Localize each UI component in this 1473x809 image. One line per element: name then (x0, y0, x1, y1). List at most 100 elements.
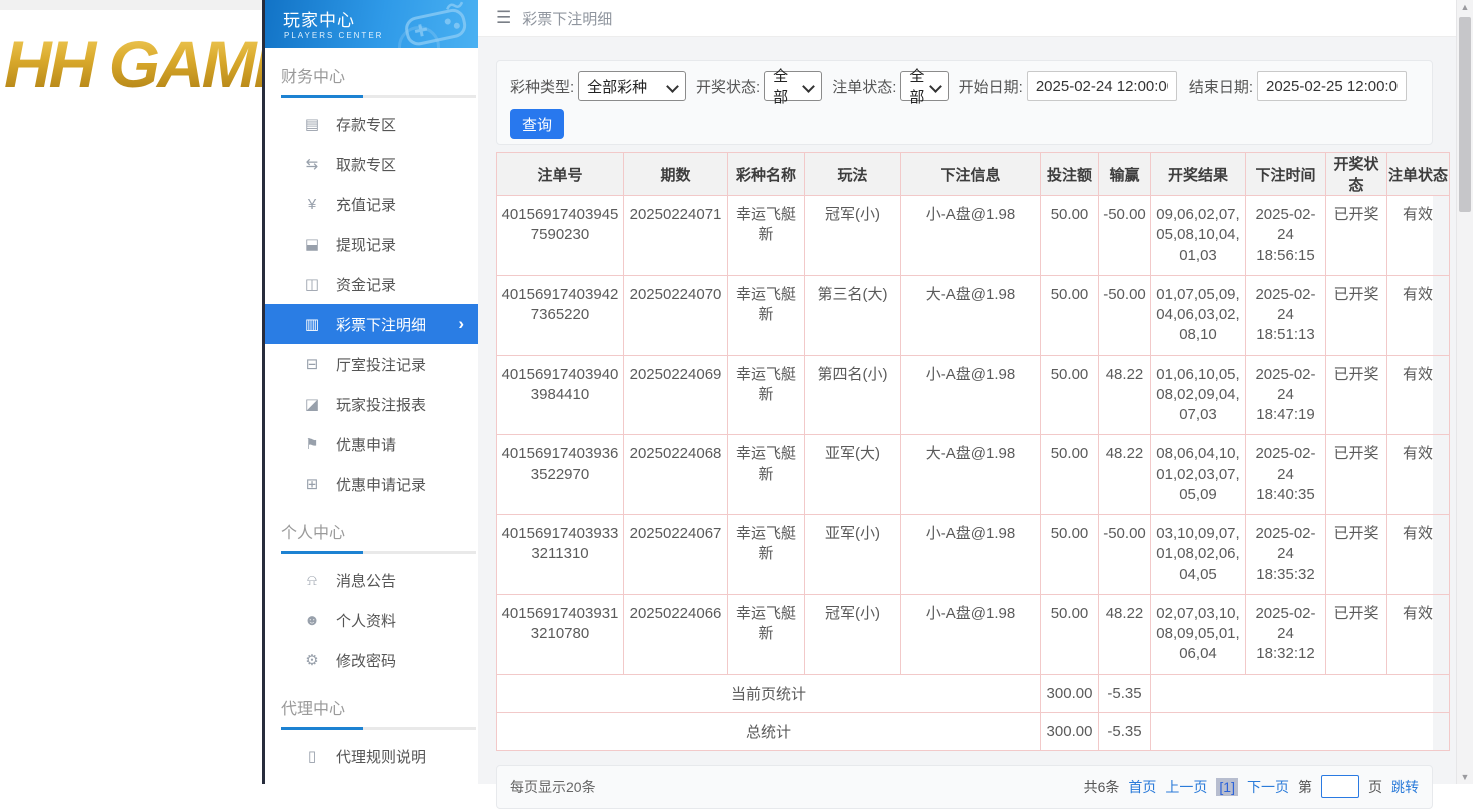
section-underline (281, 95, 476, 98)
document-icon: ▯ (301, 747, 323, 765)
sidebar-item-label: 存款专区 (336, 114, 396, 135)
draw-status-select[interactable]: 全部 (764, 71, 822, 101)
cell-draw_status: 已开奖 (1326, 515, 1387, 595)
cell-bet_time: 2025-02-24 18:40:35 (1246, 435, 1326, 515)
cell-result: 02,07,03,10,08,09,05,01,06,04 (1151, 594, 1246, 674)
sidebar-section: 财务中心▤存款专区⇆取款专区¥充值记录⬓提现记录◫资金记录▥彩票下注明细›⊟厅室… (265, 48, 478, 504)
page-number-input[interactable] (1321, 775, 1359, 798)
column-header: 开奖状态 (1326, 153, 1387, 196)
end-date-input[interactable] (1257, 71, 1407, 101)
hh-game-logo: HH GAME (4, 26, 262, 102)
column-header: 彩种名称 (728, 153, 805, 196)
cell-win_loss: -50.00 (1099, 275, 1151, 355)
sidebar-item-promo-apply[interactable]: ⚑优惠申请 (265, 424, 478, 464)
search-button[interactable]: 查询 (510, 109, 564, 139)
table-body: 40156917403945759023020250224071幸运飞艇新冠军(… (497, 196, 1450, 751)
per-page-label: 每页显示20条 (510, 777, 596, 797)
summary-amount: 300.00 (1041, 674, 1099, 712)
column-header: 下注信息 (901, 153, 1041, 196)
first-page-link[interactable]: 首页 (1128, 777, 1156, 797)
sidebar-item-funds-record[interactable]: ◫资金记录 (265, 264, 478, 304)
cell-order_status: 有效 (1387, 196, 1450, 276)
sidebar-item-label: 厅室投注记录 (336, 354, 426, 375)
prev-page-link[interactable]: 上一页 (1165, 777, 1207, 797)
sidebar-item-label: 修改密码 (336, 650, 396, 671)
menu-icon[interactable]: ☰ (496, 8, 511, 28)
cell-amount: 50.00 (1041, 196, 1099, 276)
summary-empty (1151, 712, 1450, 750)
sidebar-item-personal-profile[interactable]: ☻个人资料 (265, 600, 478, 640)
summary-row: 总统计300.00-5.35 (497, 712, 1450, 750)
sidebar-item-label: 资金记录 (336, 274, 396, 295)
table-row: 40156917403945759023020250224071幸运飞艇新冠军(… (497, 196, 1450, 276)
cell-bet_time: 2025-02-24 18:35:32 (1246, 515, 1326, 595)
column-header: 投注额 (1041, 153, 1099, 196)
cell-result: 08,06,04,10,01,02,03,07,05,09 (1151, 435, 1246, 515)
scrollbar-thumb[interactable] (1459, 17, 1471, 212)
sidebar: 玩家中心 PLAYERS CENTER 财务中心▤存款专区⇆取款专区¥充值记录⬓… (262, 0, 478, 784)
jump-button[interactable]: 跳转 (1391, 777, 1419, 797)
sidebar-item-change-password[interactable]: ⚙修改密码 (265, 640, 478, 680)
sidebar-item-agent-team-stats[interactable]: ▦代理团队统计 (265, 776, 478, 784)
summary-label: 总统计 (497, 712, 1041, 750)
cell-lottery: 幸运飞艇新 (728, 594, 805, 674)
summary-win-loss: -5.35 (1099, 674, 1151, 712)
cell-bet_info: 小-A盘@1.98 (901, 515, 1041, 595)
sidebar-item-deposit-zone[interactable]: ▤存款专区 (265, 104, 478, 144)
cell-order_no: 401569174039403984410 (497, 355, 624, 435)
cell-result: 03,10,09,07,01,08,02,06,04,05 (1151, 515, 1246, 595)
sidebar-item-withdraw-record[interactable]: ⬓提现记录 (265, 224, 478, 264)
cell-bet_time: 2025-02-24 18:51:13 (1246, 275, 1326, 355)
next-page-link[interactable]: 下一页 (1247, 777, 1289, 797)
scroll-up-arrow[interactable]: ▲ (1457, 2, 1473, 12)
cell-order_status: 有效 (1387, 594, 1450, 674)
cell-win_loss: 48.22 (1099, 435, 1151, 515)
start-date-input[interactable] (1027, 71, 1177, 101)
cell-win_loss: -50.00 (1099, 515, 1151, 595)
jump-suffix-label: 页 (1368, 777, 1382, 797)
cell-order_status: 有效 (1387, 355, 1450, 435)
cell-order_no: 401569174039363522970 (497, 435, 624, 515)
sidebar-item-label: 优惠申请 (336, 434, 396, 455)
cell-play: 第四名(小) (805, 355, 901, 435)
cell-lottery: 幸运飞艇新 (728, 515, 805, 595)
sidebar-item-label: 彩票下注明细 (336, 314, 426, 335)
sidebar-item-label: 提现记录 (336, 234, 396, 255)
cell-period: 20250224070 (624, 275, 728, 355)
cell-play: 第三名(大) (805, 275, 901, 355)
cell-order_no: 401569174039457590230 (497, 196, 624, 276)
sidebar-item-promo-apply-record[interactable]: ⊞优惠申请记录 (265, 464, 478, 504)
sidebar-item-withdraw-zone[interactable]: ⇆取款专区 (265, 144, 478, 184)
summary-amount: 300.00 (1041, 712, 1099, 750)
lottery-type-select[interactable]: 全部彩种 (578, 71, 686, 101)
cell-bet_info: 小-A盘@1.98 (901, 196, 1041, 276)
cell-play: 冠军(小) (805, 594, 901, 674)
sidebar-item-recharge-record[interactable]: ¥充值记录 (265, 184, 478, 224)
sidebar-item-lottery-bet-detail[interactable]: ▥彩票下注明细› (265, 304, 478, 344)
sidebar-item-hall-bet-record[interactable]: ⊟ 厅室投注记录 (265, 344, 478, 384)
start-date-label: 开始日期: (959, 76, 1023, 97)
cell-bet_info: 小-A盘@1.98 (901, 594, 1041, 674)
sidebar-item-message-announcement[interactable]: ⍾消息公告 (265, 560, 478, 600)
cell-order_no: 401569174039333211310 (497, 515, 624, 595)
scroll-down-arrow[interactable]: ▼ (1457, 772, 1473, 782)
table-row: 40156917403942736522020250224070幸运飞艇新第三名… (497, 275, 1450, 355)
summary-empty (1151, 674, 1450, 712)
cell-bet_time: 2025-02-24 18:56:15 (1246, 196, 1326, 276)
sidebar-item-label: 代理规则说明 (336, 746, 426, 767)
cell-lottery: 幸运飞艇新 (728, 435, 805, 515)
column-header: 期数 (624, 153, 728, 196)
cell-win_loss: 48.22 (1099, 594, 1151, 674)
sidebar-item-player-bet-report[interactable]: ◪玩家投注报表 (265, 384, 478, 424)
sidebar-item-agent-rules[interactable]: ▯ 代理规则说明 (265, 736, 478, 776)
table-row: 40156917403933321131020250224067幸运飞艇新亚军(… (497, 515, 1450, 595)
sidebar-item-label: 玩家投注报表 (336, 394, 426, 415)
hall-list-icon: ⊟ (301, 355, 323, 373)
vertical-scrollbar[interactable]: ▲ ▼ (1456, 0, 1473, 784)
column-header: 开奖结果 (1151, 153, 1246, 196)
cell-amount: 50.00 (1041, 515, 1099, 595)
order-status-select[interactable]: 全部 (900, 71, 948, 101)
column-header: 注单号 (497, 153, 624, 196)
main-content: ☰ 彩票下注明细 彩种类型: 全部彩种 开奖状态: 全部 注单状态: 全部 开始… (478, 0, 1473, 784)
total-count-label: 共6条 (1084, 777, 1120, 797)
